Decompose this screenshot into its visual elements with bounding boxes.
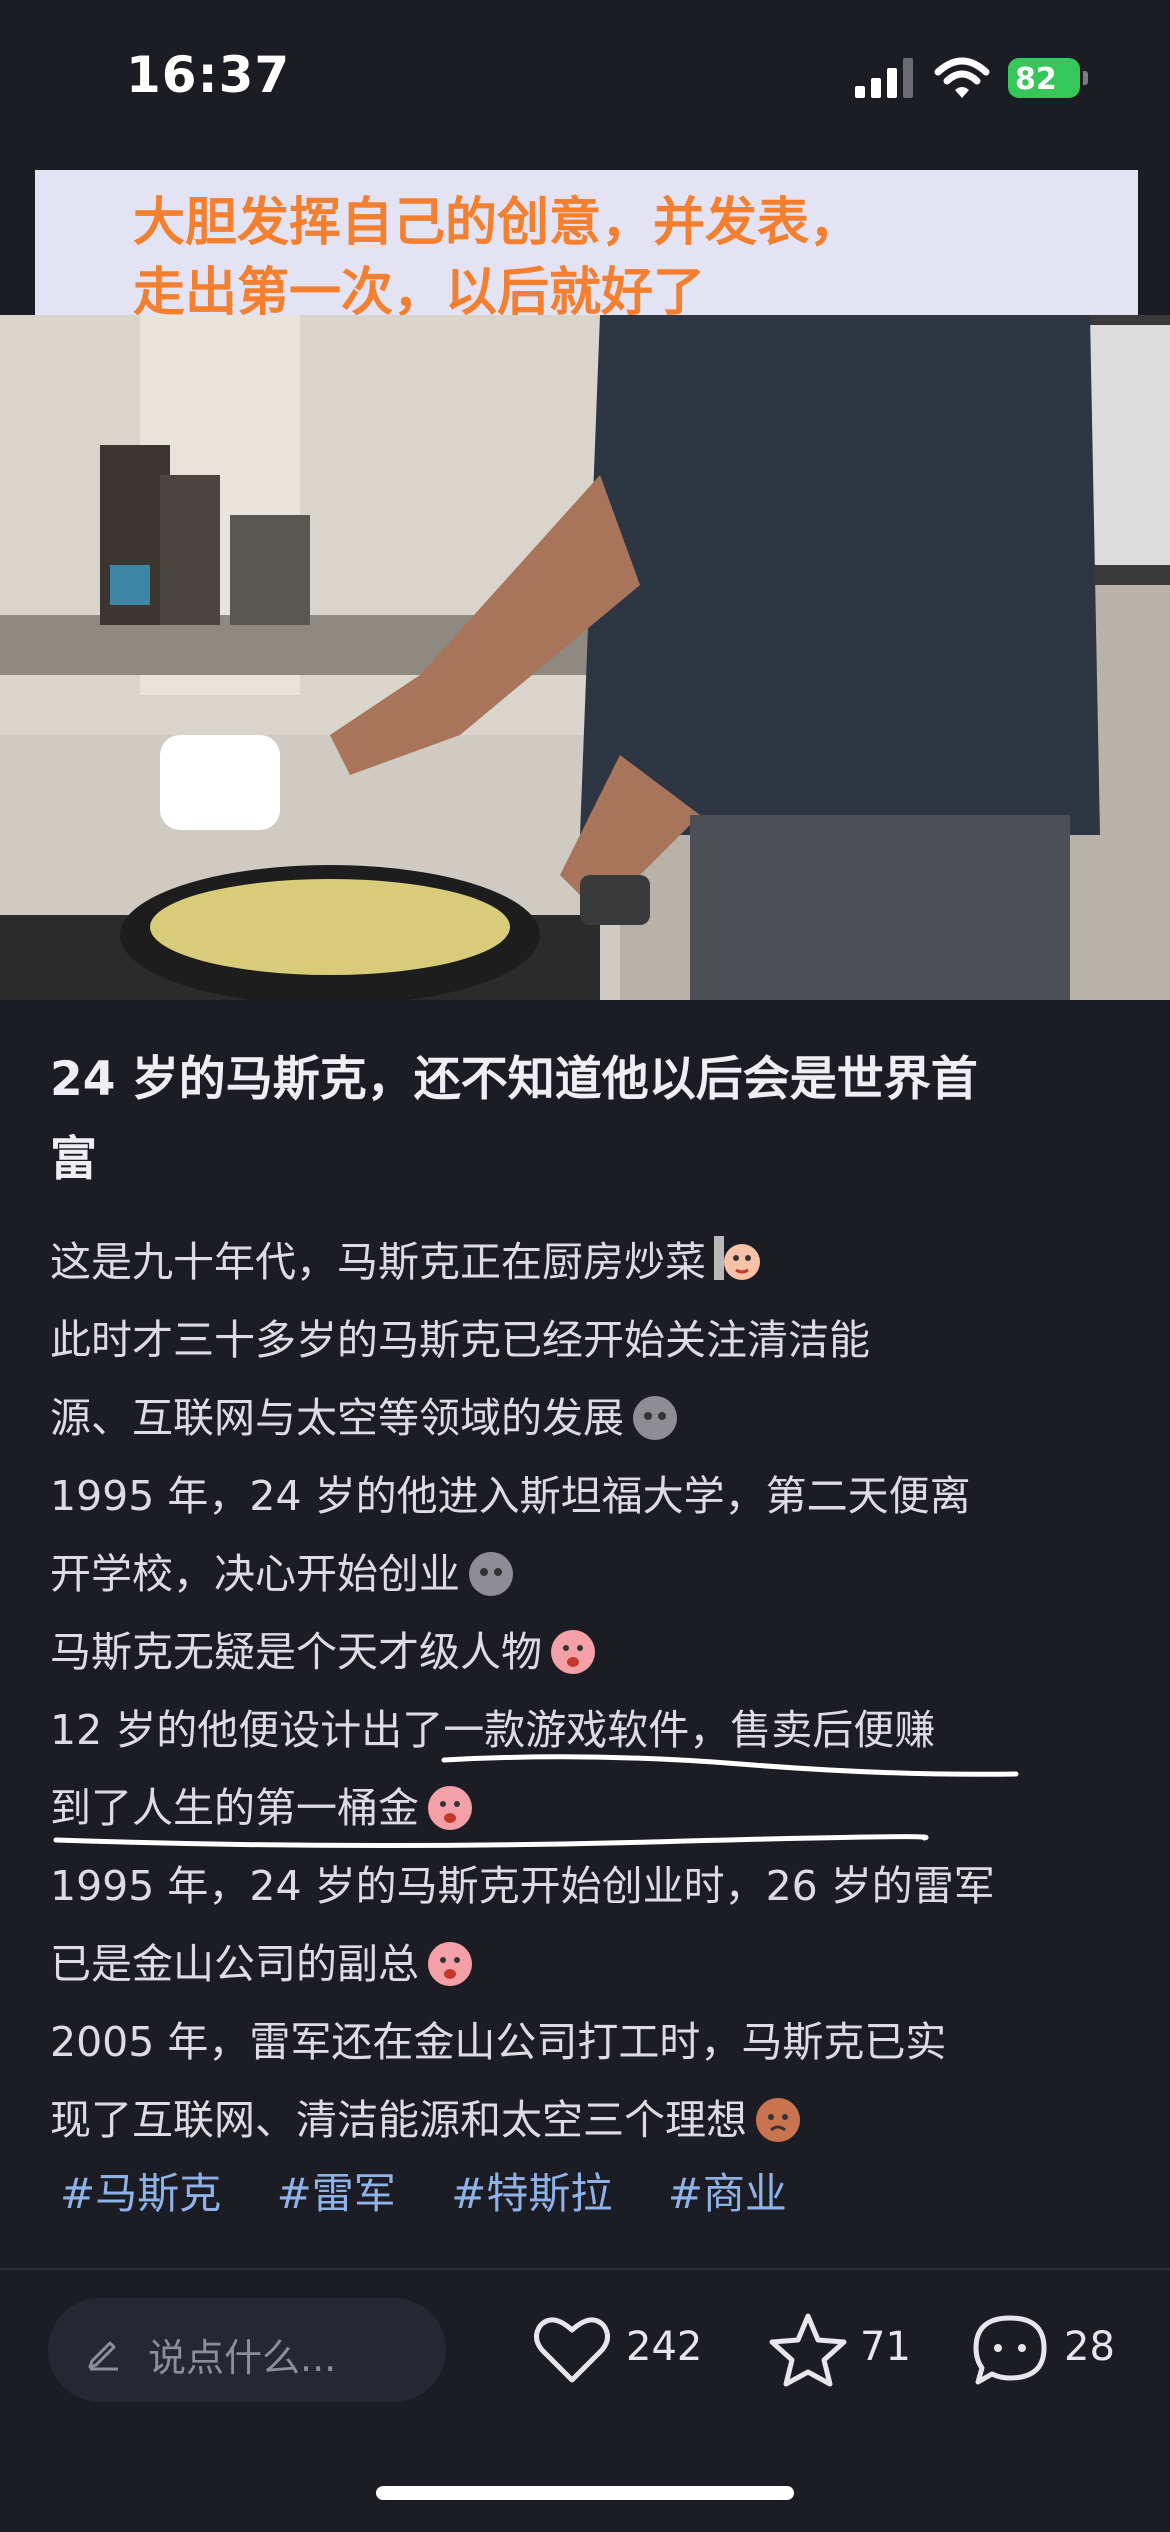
post-body-line: 马斯克无疑是个天才级人物 bbox=[50, 1618, 600, 1678]
shocked-face-emoji-icon bbox=[551, 1630, 595, 1674]
favorite-count: 71 bbox=[860, 2324, 911, 2370]
comment-input[interactable]: 说点什么... bbox=[48, 2298, 446, 2402]
hashtag-list: #马斯克 #雷军 #特斯拉 #商业 bbox=[60, 2160, 829, 2221]
divider bbox=[0, 2268, 1170, 2270]
favorite-button[interactable]: 71 bbox=[768, 2308, 918, 2388]
comment-count: 28 bbox=[1064, 2324, 1115, 2370]
status-time: 16:37 bbox=[126, 46, 291, 104]
shocked-face-emoji-icon bbox=[428, 1942, 472, 1986]
speech-bubble-icon bbox=[973, 2315, 1047, 2385]
post-title-line: 24 岁的马斯克，还不知道他以后会是世界首 bbox=[50, 1052, 978, 1107]
wifi-icon bbox=[934, 57, 990, 98]
star-icon bbox=[769, 2313, 847, 2387]
cellular-signal-icon bbox=[855, 58, 913, 98]
hashtag-link[interactable]: #特斯拉 bbox=[451, 2169, 612, 2218]
post-body-line: 1995 年，24 岁的马斯克开始创业时，26 岁的雷军 bbox=[50, 1862, 995, 1910]
hashtag-link[interactable]: #马斯克 bbox=[60, 2169, 221, 2218]
media-caption-line: 走出第一次，以后就好了 bbox=[133, 263, 706, 323]
heart-icon bbox=[534, 2317, 610, 2383]
hashtag-link[interactable]: #商业 bbox=[668, 2169, 787, 2218]
sweating-face-emoji-icon bbox=[756, 2098, 800, 2142]
home-indicator[interactable] bbox=[376, 2486, 794, 2500]
post-media[interactable]: 大胆发挥自己的创意，并发表， 走出第一次，以后就好了 bbox=[0, 168, 1170, 1000]
media-caption: 大胆发挥自己的创意，并发表， 走出第一次，以后就好了 bbox=[35, 170, 1138, 323]
post-body-line: 这是九十年代，马斯克正在厨房炒菜 bbox=[50, 1228, 764, 1288]
stone-face-emoji-icon bbox=[633, 1396, 677, 1440]
post-body-line: 现了互联网、清洁能源和太空三个理想 bbox=[50, 2086, 805, 2146]
stone-face-emoji-icon bbox=[469, 1552, 513, 1596]
eating-noodles-emoji-icon bbox=[714, 1236, 760, 1280]
post-body-line: 2005 年，雷军还在金山公司打工时，马斯克已实 bbox=[50, 2018, 947, 2066]
like-button[interactable]: 242 bbox=[532, 2308, 712, 2388]
handwritten-underline bbox=[441, 1754, 1019, 1777]
pen-icon bbox=[88, 2341, 118, 2371]
post-body-line: 此时才三十多岁的马斯克已经开始关注清洁能 bbox=[50, 1316, 870, 1364]
media-caption-line: 大胆发挥自己的创意，并发表， bbox=[133, 193, 862, 253]
status-bar: 16:37 82 bbox=[0, 0, 1170, 160]
handwritten-underline bbox=[53, 1834, 929, 1849]
post-body-line: 源、互联网与太空等领域的发展 bbox=[50, 1384, 682, 1444]
post-photo bbox=[0, 315, 1170, 1000]
battery-level: 82 bbox=[1015, 62, 1057, 97]
comment-button[interactable]: 28 bbox=[970, 2308, 1120, 2388]
post-title-line: 富 bbox=[50, 1132, 97, 1187]
post-body-line: 开学校，决心开始创业 bbox=[50, 1540, 518, 1600]
post-body-line: 1995 年，24 岁的他进入斯坦福大学，第二天便离 bbox=[50, 1472, 971, 1520]
post-body-line: 已是金山公司的副总 bbox=[50, 1930, 477, 1990]
post-title: 24 岁的马斯克，还不知道他以后会是世界首 富 bbox=[50, 1040, 1130, 1200]
like-count: 242 bbox=[626, 2324, 703, 2370]
battery-indicator: 82 bbox=[1008, 58, 1088, 98]
hashtag-link[interactable]: #雷军 bbox=[277, 2169, 396, 2218]
comment-placeholder: 说点什么... bbox=[148, 2336, 337, 2380]
